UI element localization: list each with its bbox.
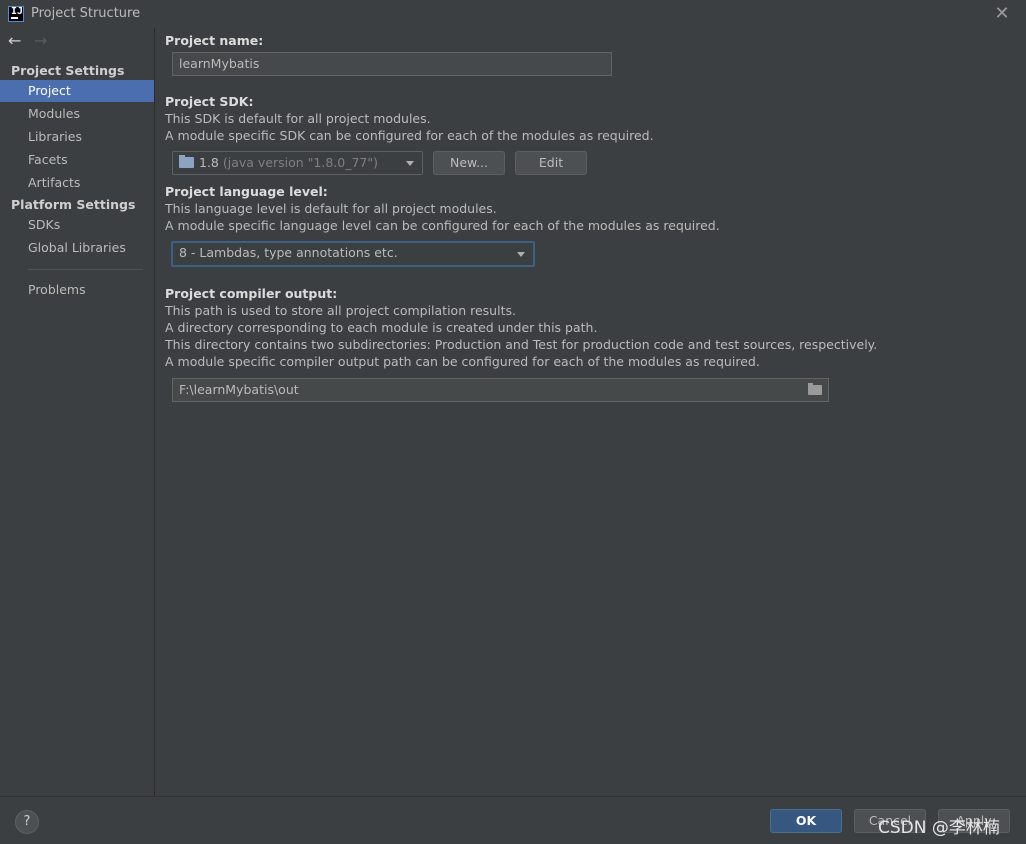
dropdown-arrow-icon xyxy=(517,243,527,265)
sidebar-separator xyxy=(28,269,143,270)
sidebar-item-sdks[interactable]: SDKs xyxy=(0,214,154,236)
dropdown-arrow-icon xyxy=(406,152,416,174)
project-sdk-desc-1: This SDK is default for all project modu… xyxy=(165,111,431,126)
language-level-desc-1: This language level is default for all p… xyxy=(165,201,497,216)
language-level-dropdown[interactable]: 8 - Lambdas, type annotations etc. xyxy=(171,241,535,267)
main-panel: Project name: learnMybatis Project SDK: … xyxy=(155,28,1026,796)
sdk-detail: (java version "1.8.0_77") xyxy=(222,155,379,170)
sidebar-item-project[interactable]: Project xyxy=(0,80,154,102)
app-logo-icon: IJ xyxy=(8,6,24,22)
browse-folder-icon[interactable] xyxy=(808,383,822,395)
back-arrow-icon[interactable]: ← xyxy=(8,32,26,50)
sidebar-header-platform-settings: Platform Settings xyxy=(11,197,136,212)
forward-arrow-icon[interactable]: → xyxy=(34,32,52,50)
close-icon[interactable]: ✕ xyxy=(992,4,1012,24)
language-level-desc-2: A module specific language level can be … xyxy=(165,218,720,233)
sidebar-item-problems[interactable]: Problems xyxy=(0,279,154,301)
language-level-value: 8 - Lambdas, type annotations etc. xyxy=(179,245,398,260)
compiler-output-path-input[interactable]: F:\learnMybatis\out xyxy=(172,378,829,402)
compiler-output-label: Project compiler output: xyxy=(165,286,338,301)
sdk-folder-icon xyxy=(179,155,194,168)
sidebar-item-facets[interactable]: Facets xyxy=(0,149,154,171)
sdk-version: 1.8 xyxy=(199,155,219,170)
nav-arrows: ← → xyxy=(8,32,60,52)
sidebar-item-libraries[interactable]: Libraries xyxy=(0,126,154,148)
project-sdk-desc-2: A module specific SDK can be configured … xyxy=(165,128,654,143)
sidebar: ← → Project Settings Project Modules Libr… xyxy=(0,28,155,796)
sidebar-header-project-settings: Project Settings xyxy=(11,63,125,78)
title-bar: IJ Project Structure ✕ xyxy=(0,0,1026,28)
ok-button[interactable]: OK xyxy=(770,809,842,833)
project-sdk-label: Project SDK: xyxy=(165,94,254,109)
apply-button[interactable]: Apply xyxy=(938,809,1010,833)
language-level-label: Project language level: xyxy=(165,184,328,199)
dialog-footer: ? OK Cancel Apply CSDN @李林楠 xyxy=(0,796,1026,844)
sidebar-item-modules[interactable]: Modules xyxy=(0,103,154,125)
compiler-output-desc-3: This directory contains two subdirectori… xyxy=(165,337,878,352)
cancel-button[interactable]: Cancel xyxy=(854,809,926,833)
window-title: Project Structure xyxy=(31,6,141,21)
project-name-label: Project name: xyxy=(165,33,264,48)
project-name-input[interactable]: learnMybatis xyxy=(172,52,612,76)
new-sdk-button[interactable]: New... xyxy=(433,151,505,175)
sidebar-item-artifacts[interactable]: Artifacts xyxy=(0,172,154,194)
project-structure-dialog: IJ Project Structure ✕ ← → Project Settin… xyxy=(0,0,1026,844)
compiler-output-desc-4: A module specific compiler output path c… xyxy=(165,354,760,369)
help-icon[interactable]: ? xyxy=(15,810,39,834)
sidebar-item-global-libraries[interactable]: Global Libraries xyxy=(0,237,154,259)
compiler-output-desc-2: A directory corresponding to each module… xyxy=(165,320,598,335)
edit-sdk-button[interactable]: Edit xyxy=(515,151,587,175)
compiler-output-desc-1: This path is used to store all project c… xyxy=(165,303,516,318)
compiler-output-path: F:\learnMybatis\out xyxy=(179,382,299,397)
project-sdk-dropdown[interactable]: 1.8 (java version "1.8.0_77") xyxy=(172,151,423,175)
